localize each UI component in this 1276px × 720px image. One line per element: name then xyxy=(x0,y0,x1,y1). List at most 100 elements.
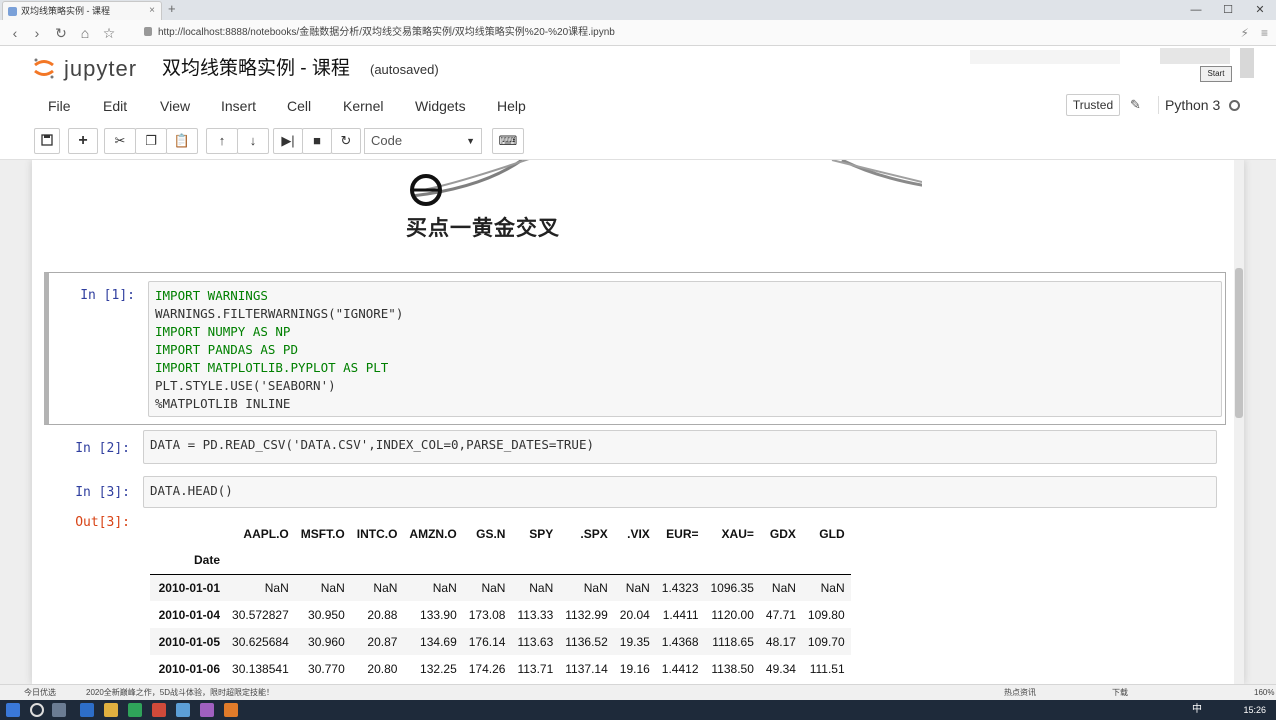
column-header: SPY xyxy=(529,526,554,541)
task-view-icon[interactable] xyxy=(52,703,66,717)
status-ad-text[interactable]: 2020全新巅峰之作，5D战斗体验，限时超限定技能！ xyxy=(86,685,274,700)
code-editor[interactable]: DATA.HEAD() xyxy=(143,476,1217,508)
move-up-button[interactable]: ↑ xyxy=(206,128,238,154)
table-cell: NaN xyxy=(350,574,404,601)
tab-close-icon[interactable]: × xyxy=(149,2,155,20)
status-download[interactable]: 下载 xyxy=(1112,685,1128,700)
kernel-name[interactable]: Python 3 xyxy=(1158,96,1220,114)
column-header: GS.N xyxy=(476,526,506,541)
ime-indicator[interactable]: 中 xyxy=(1192,703,1202,717)
table-cell: 1.4323 xyxy=(655,574,705,601)
chevron-down-icon: ▼ xyxy=(466,136,475,146)
code-editor[interactable]: IMPORT WARNINGS WARNINGS.FILTERWARNINGS(… xyxy=(148,281,1222,417)
input-prompt: In [3]: xyxy=(75,485,130,500)
table-cell: 1118.65 xyxy=(704,628,760,655)
folder-taskbar-icon[interactable] xyxy=(104,703,118,717)
table-cell: 49.34 xyxy=(765,661,796,676)
maximize-icon[interactable]: ☐ xyxy=(1212,0,1244,20)
cell-type-value: Code xyxy=(371,133,403,148)
table-cell: 30.572827 xyxy=(232,607,289,622)
app-taskbar-icon[interactable] xyxy=(176,703,190,717)
trusted-indicator[interactable]: Trusted xyxy=(1066,94,1120,116)
command-palette-button[interactable]: ⌨ xyxy=(492,128,524,154)
restart-button[interactable]: ↻ xyxy=(331,128,361,154)
menu-edit[interactable]: Edit xyxy=(103,97,127,115)
table-cell: 109.80 xyxy=(807,607,845,622)
arrow-up-icon: ↑ xyxy=(218,133,226,148)
code-cell-3[interactable]: In [3]: DATA.HEAD() xyxy=(44,472,1226,512)
save-button[interactable] xyxy=(34,128,60,154)
code-line: IMPORT MATPLOTLIB.PYPLOT AS PLT xyxy=(155,360,389,375)
code-line: WARNINGS.FILTERWARNINGS("IGNORE") xyxy=(155,306,404,321)
code-line: DATA.HEAD() xyxy=(150,483,233,498)
code-cell-2[interactable]: In [2]: DATA = PD.READ_CSV('DATA.CSV',IN… xyxy=(44,428,1226,468)
new-tab-button[interactable]: + xyxy=(168,2,176,16)
code-editor[interactable]: DATA = PD.READ_CSV('DATA.CSV',INDEX_COL=… xyxy=(143,430,1217,464)
code-cell-1[interactable]: In [1]: IMPORT WARNINGS WARNINGS.FILTERW… xyxy=(44,272,1226,425)
table-cell: 109.70 xyxy=(801,628,851,655)
copy-button[interactable]: ❐ xyxy=(135,128,167,154)
interrupt-button[interactable]: ■ xyxy=(302,128,332,154)
code-line: DATA = PD.READ_CSV('DATA.CSV',INDEX_COL=… xyxy=(150,437,595,452)
output-prompt: Out[3]: xyxy=(75,515,130,530)
favorite-star-icon[interactable]: ☆ xyxy=(100,24,118,42)
status-news[interactable]: 今日优选 xyxy=(24,685,56,700)
zoom-level[interactable]: 160% xyxy=(1254,685,1274,700)
menu-insert[interactable]: Insert xyxy=(221,97,256,115)
scrollbar-thumb[interactable] xyxy=(1235,268,1243,418)
menu-cell[interactable]: Cell xyxy=(287,97,311,115)
close-window-icon[interactable]: ✕ xyxy=(1244,0,1276,20)
menu-file[interactable]: File xyxy=(48,97,71,115)
menu-view[interactable]: View xyxy=(160,97,190,115)
extensions-icon[interactable]: ⚡ xyxy=(1241,24,1249,42)
paste-button[interactable]: 📋 xyxy=(166,128,198,154)
column-header: INTC.O xyxy=(356,526,398,541)
taskbar-clock[interactable]: 15:26 xyxy=(1243,703,1266,717)
cut-button[interactable]: ✂ xyxy=(104,128,136,154)
status-hot-news[interactable]: 热点资讯 xyxy=(1004,685,1036,700)
autosave-status: (autosaved) xyxy=(370,62,439,77)
window-controls: — ☐ ✕ xyxy=(1180,0,1276,20)
start-menu-icon[interactable] xyxy=(6,703,20,717)
search-icon[interactable] xyxy=(30,703,44,717)
jupyter-logo[interactable]: jupyter xyxy=(30,54,150,84)
row-index-date: 2010-01-05 xyxy=(150,628,227,655)
forward-icon[interactable]: › xyxy=(28,24,46,42)
run-button[interactable]: ▶| xyxy=(273,128,303,154)
table-row: 2010-01-06 30.138541 30.770 20.80 132.25 174.… xyxy=(150,655,851,682)
app-taskbar-icon[interactable] xyxy=(152,703,166,717)
table-cell: NaN xyxy=(759,574,802,601)
insert-cell-button[interactable]: + xyxy=(68,128,98,154)
move-down-button[interactable]: ↓ xyxy=(237,128,269,154)
app-taskbar-icon[interactable] xyxy=(200,703,214,717)
menu-bar: File Edit View Insert Cell Kernel Widget… xyxy=(32,92,1246,122)
table-cell: 1.4412 xyxy=(661,661,699,676)
menu-icon[interactable]: ≡ xyxy=(1261,24,1268,42)
app-taskbar-icon[interactable] xyxy=(224,703,238,717)
menu-widgets[interactable]: Widgets xyxy=(415,97,466,115)
table-cell: 47.71 xyxy=(765,607,796,622)
notebook-title[interactable]: 双均线策略实例 - 课程 xyxy=(162,58,350,80)
scrollbar[interactable] xyxy=(1234,160,1244,684)
menu-help[interactable]: Help xyxy=(497,97,526,115)
table-cell: 133.90 xyxy=(420,607,457,622)
url-field[interactable]: http://localhost:8888/notebooks/金融数据分析/双… xyxy=(144,24,615,42)
cell-type-select[interactable]: Code ▼ xyxy=(364,128,482,154)
overlay-start-button[interactable]: Start xyxy=(1200,66,1232,82)
os-taskbar: 中 15:26 xyxy=(0,700,1276,720)
minimize-icon[interactable]: — xyxy=(1180,0,1212,20)
menu-kernel[interactable]: Kernel xyxy=(343,97,383,115)
table-cell: 1138.50 xyxy=(711,661,754,676)
kernel-idle-indicator-icon xyxy=(1229,100,1240,111)
home-icon[interactable]: ⌂ xyxy=(76,24,94,42)
markdown-caption: 买点一黄金交叉 xyxy=(406,216,560,240)
app-taskbar-icon[interactable] xyxy=(128,703,142,717)
tab-favicon-icon xyxy=(8,7,17,16)
back-icon[interactable]: ‹ xyxy=(6,24,24,42)
reload-icon[interactable]: ↻ xyxy=(52,24,70,42)
table-cell: 113.33 xyxy=(517,607,554,622)
table-cell: 30.770 xyxy=(308,661,345,676)
browser-taskbar-icon[interactable] xyxy=(80,703,94,717)
keyboard-icon: ⌨ xyxy=(498,133,518,148)
browser-tab[interactable]: 双均线策略实例 - 课程 × xyxy=(2,1,162,20)
